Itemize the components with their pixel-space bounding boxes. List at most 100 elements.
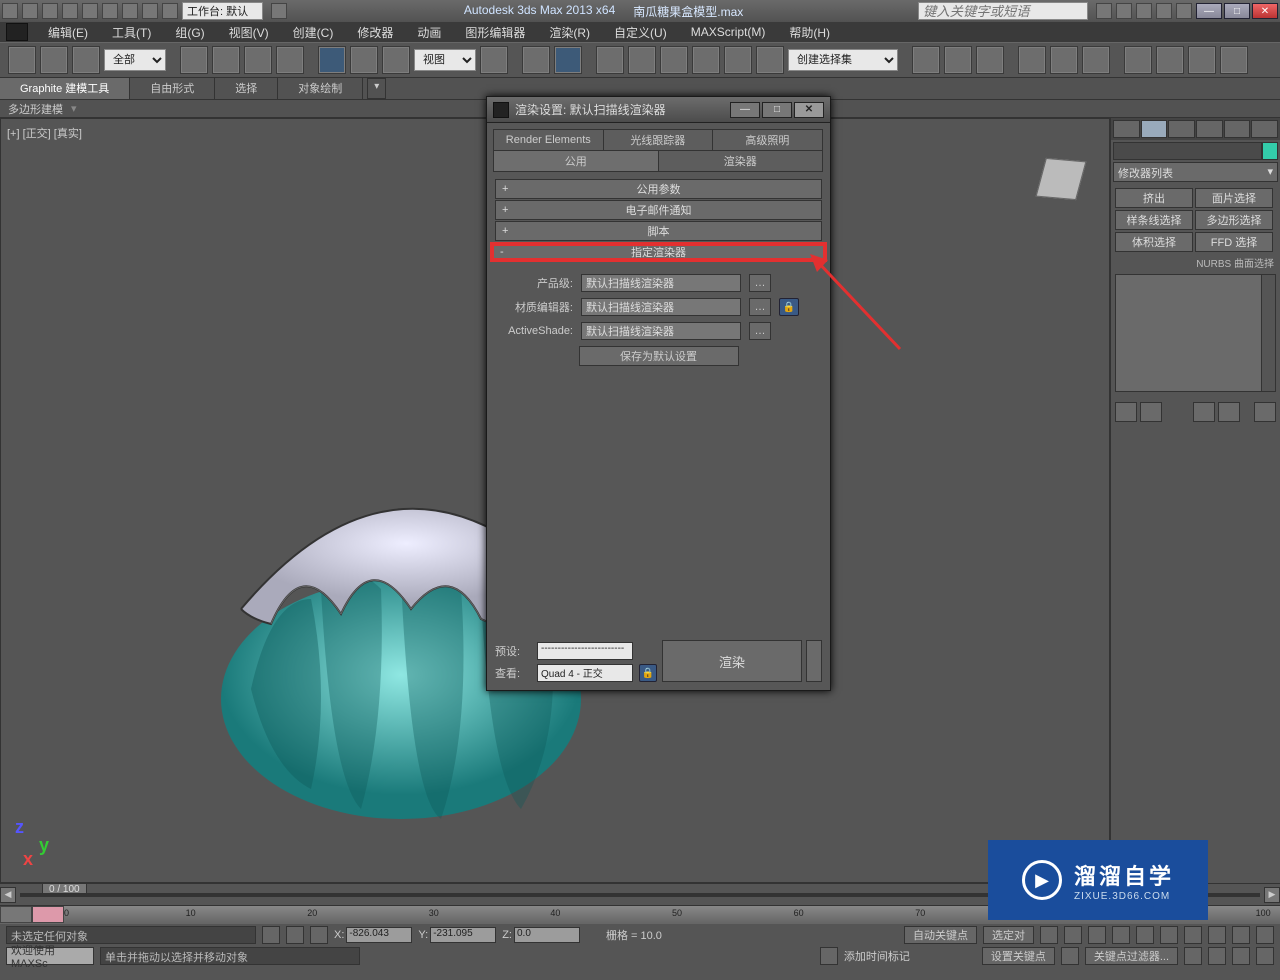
preset-dropdown[interactable]: ------------------------- [537, 642, 633, 660]
select-link-icon[interactable] [8, 46, 36, 74]
undo-icon[interactable] [82, 3, 98, 19]
coord-z[interactable]: 0.0 [514, 927, 580, 943]
pin-stack-icon[interactable] [1115, 402, 1137, 422]
matedit-browse-button[interactable]: … [749, 298, 771, 316]
viewport-label[interactable]: [+] [正交] [真实] [7, 125, 82, 141]
key-filters-icon[interactable] [1061, 947, 1079, 965]
workspace-dd-icon[interactable] [271, 3, 287, 19]
coord-x[interactable]: -826.043 [346, 927, 412, 943]
select-and-rotate-icon[interactable] [350, 46, 378, 74]
save-icon[interactable] [62, 3, 78, 19]
rendered-frame-icon[interactable] [1156, 46, 1184, 74]
dialog-minimize-button[interactable]: — [730, 102, 760, 118]
prev-frame-icon[interactable] [1088, 926, 1106, 944]
set-key-button[interactable]: 设置关键点 [982, 947, 1055, 965]
ref-coord-dropdown[interactable]: 视图 [414, 49, 476, 71]
stack-scrollbar[interactable] [1261, 275, 1275, 391]
exchange-icon[interactable] [1136, 3, 1152, 19]
close-button[interactable]: ✕ [1252, 3, 1278, 19]
btn-vol-select[interactable]: 体积选择 [1115, 232, 1193, 252]
help-icon[interactable] [1176, 3, 1192, 19]
tab-raytracer[interactable]: 光线跟踪器 [603, 129, 714, 151]
spinner-snap-icon[interactable] [692, 46, 720, 74]
app-logo-icon[interactable] [6, 23, 28, 41]
object-color-swatch[interactable] [1262, 142, 1278, 160]
ribbon-collapse-icon[interactable]: ▾ [367, 78, 386, 99]
redo-icon[interactable] [122, 3, 138, 19]
menu-render[interactable]: 渲染(R) [539, 24, 600, 41]
add-time-tag[interactable]: 添加时间标记 [844, 948, 910, 964]
modifier-stack[interactable] [1115, 274, 1276, 392]
use-center-icon[interactable] [480, 46, 508, 74]
dialog-close-button[interactable]: ✕ [794, 102, 824, 118]
btn-spline-select[interactable]: 样条线选择 [1115, 210, 1193, 230]
new-icon[interactable] [22, 3, 38, 19]
production-browse-button[interactable]: … [749, 274, 771, 292]
play-icon[interactable] [1112, 926, 1130, 944]
make-unique-icon[interactable] [1193, 402, 1215, 422]
tab-hierarchy-icon[interactable] [1168, 120, 1195, 138]
tab-utilities-icon[interactable] [1251, 120, 1278, 138]
nav-orbit-icon[interactable] [1208, 947, 1226, 965]
coord-display-icon[interactable] [310, 926, 328, 944]
render-button[interactable]: 渲染 [662, 640, 802, 682]
tab-display-icon[interactable] [1224, 120, 1251, 138]
workspace-dropdown[interactable]: 工作台: 默认 [182, 2, 263, 20]
btn-extrude[interactable]: 挤出 [1115, 188, 1193, 208]
coord-y[interactable]: -231.095 [430, 927, 496, 943]
activeshade-browse-button[interactable]: … [749, 322, 771, 340]
named-sel-set-dropdown[interactable]: 创建选择集 [788, 49, 898, 71]
window-crossing-icon[interactable] [276, 46, 304, 74]
sel-lock-icon[interactable] [262, 926, 280, 944]
render-production-icon[interactable] [1188, 46, 1216, 74]
select-and-scale-icon[interactable] [382, 46, 410, 74]
minimize-button[interactable]: — [1196, 3, 1222, 19]
ribbon-tab-freeform[interactable]: 自由形式 [130, 78, 215, 99]
menu-create[interactable]: 创建(C) [283, 24, 344, 41]
render-dropdown-button[interactable] [806, 640, 822, 682]
selection-filter-dropdown[interactable]: 全部 [104, 49, 166, 71]
remove-mod-icon[interactable] [1218, 402, 1240, 422]
trackbar-cfg-icon[interactable] [0, 906, 32, 923]
dialog-titlebar[interactable]: 渲染设置: 默认扫描线渲染器 — □ ✕ [487, 97, 830, 123]
help-search-input[interactable] [918, 2, 1088, 20]
time-tag-icon[interactable] [820, 947, 838, 965]
view-cube[interactable] [1031, 149, 1091, 209]
menu-maxscript[interactable]: MAXScript(M) [681, 25, 776, 39]
rollout-assign-renderer[interactable]: -指定渲染器 [490, 242, 827, 262]
matedit-lock-icon[interactable]: 🔒 [779, 298, 799, 316]
object-name-field[interactable] [1113, 142, 1262, 160]
snap-3-icon[interactable] [596, 46, 624, 74]
keyboard-shortcut-icon[interactable] [554, 46, 582, 74]
nav-walk-icon[interactable] [1232, 947, 1250, 965]
menu-modifiers[interactable]: 修改器 [347, 24, 403, 41]
btn-poly-select[interactable]: 多边形选择 [1195, 210, 1273, 230]
align-icon[interactable] [944, 46, 972, 74]
nav-zoom-all-icon[interactable] [1208, 926, 1226, 944]
nav-maximize-icon[interactable] [1256, 947, 1274, 965]
rollout-common-params[interactable]: +公用参数 [495, 179, 822, 199]
auto-key-button[interactable]: 自动关键点 [904, 926, 977, 944]
save-defaults-button[interactable]: 保存为默认设置 [579, 346, 739, 366]
nav-pan-icon[interactable] [1184, 947, 1202, 965]
app-menu-icon[interactable] [2, 3, 18, 19]
unlink-icon[interactable] [40, 46, 68, 74]
configure-sets-icon[interactable] [1254, 402, 1276, 422]
view-lock-icon[interactable]: 🔒 [639, 664, 657, 682]
time-prev-icon[interactable]: ◀ [0, 887, 16, 903]
tab-adv-lighting[interactable]: 高级照明 [712, 129, 823, 151]
schematic-view-icon[interactable] [1050, 46, 1078, 74]
nav-extents-icon[interactable] [1232, 926, 1250, 944]
nav-zoom-icon[interactable] [1184, 926, 1202, 944]
menu-graph[interactable]: 图形编辑器 [455, 24, 535, 41]
sel-set-dropdown[interactable]: 选定对 [983, 926, 1034, 944]
key-mode-icon[interactable] [1040, 926, 1058, 944]
select-manipulate-icon[interactable] [522, 46, 550, 74]
select-by-name-icon[interactable] [212, 46, 240, 74]
edit-named-sel-icon[interactable] [724, 46, 752, 74]
isolate-icon[interactable] [286, 926, 304, 944]
menu-group[interactable]: 组(G) [165, 24, 214, 41]
tab-render-elements[interactable]: Render Elements [493, 129, 604, 151]
render-setup-icon[interactable] [1124, 46, 1152, 74]
tab-modify-icon[interactable] [1141, 120, 1168, 138]
